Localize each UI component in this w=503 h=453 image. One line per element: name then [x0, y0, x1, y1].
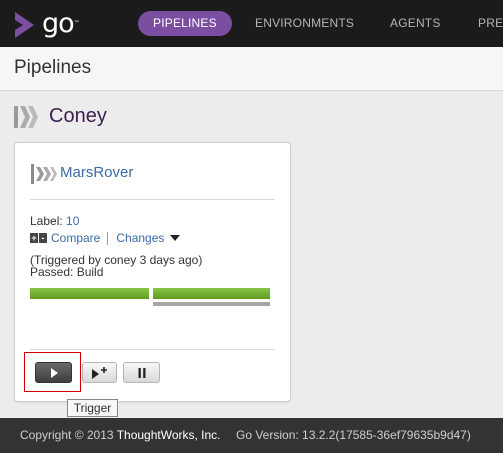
- nav-tab-preferences[interactable]: PRE: [478, 11, 503, 36]
- play-plus-icon: [91, 366, 107, 379]
- nav-tab-environments[interactable]: ENVIRONMENTS: [255, 11, 354, 36]
- pipeline-icon: [31, 164, 57, 184]
- compare-row: + - Compare Changes: [30, 230, 181, 246]
- page-title: Pipelines: [14, 57, 92, 78]
- nav-tab-agents[interactable]: AGENTS: [390, 11, 441, 36]
- compare-link[interactable]: Compare: [51, 231, 100, 245]
- trigger-tooltip: Trigger: [67, 399, 118, 417]
- pipeline-card: MarsRover Label: 10 + - Compare Changes (…: [14, 142, 291, 402]
- footer-version: Go Version: 13.2.2(17585-36ef79635b9d47): [236, 428, 471, 442]
- go-logo-icon: [15, 12, 34, 38]
- label-value-link[interactable]: 10: [66, 214, 79, 228]
- label-prefix: Label:: [30, 214, 63, 228]
- passed-stage-text: Passed: Build: [30, 265, 104, 279]
- trigger-button[interactable]: [35, 362, 72, 383]
- footer-company: ThoughtWorks, Inc.: [116, 428, 221, 442]
- stage-bar-deploy[interactable]: [153, 288, 270, 299]
- footer: Copyright © 2013 ThoughtWorks, Inc. Go V…: [0, 418, 503, 453]
- pipeline-group-name[interactable]: Coney: [49, 105, 107, 128]
- nav-tab-pipelines[interactable]: PIPELINES: [138, 11, 232, 36]
- link-separator: [107, 231, 109, 245]
- pipeline-group-icon: [14, 106, 38, 128]
- pause-button[interactable]: [123, 362, 160, 383]
- changes-link[interactable]: Changes: [116, 231, 164, 245]
- pause-icon: [138, 367, 145, 378]
- trigger-with-options-button[interactable]: [82, 362, 117, 383]
- top-nav-bar: go™ PIPELINES ENVIRONMENTS AGENTS PRE: [0, 0, 503, 47]
- stage-progress-gray: [153, 302, 270, 306]
- go-logo[interactable]: go™: [12, 8, 82, 40]
- compare-icon: + -: [30, 233, 47, 243]
- pipeline-name-link[interactable]: MarsRover: [60, 164, 133, 181]
- stage-bar-build[interactable]: [30, 288, 149, 299]
- card-divider-bottom: [30, 349, 275, 350]
- play-icon: [50, 367, 58, 378]
- pipeline-label: Label: 10: [30, 214, 79, 228]
- footer-copyright: Copyright © 2013 ThoughtWorks, Inc.: [20, 428, 221, 442]
- card-divider: [30, 199, 275, 200]
- page-header: Pipelines: [0, 47, 503, 91]
- logo-text: go™: [42, 8, 80, 39]
- chevron-down-icon[interactable]: [170, 235, 181, 241]
